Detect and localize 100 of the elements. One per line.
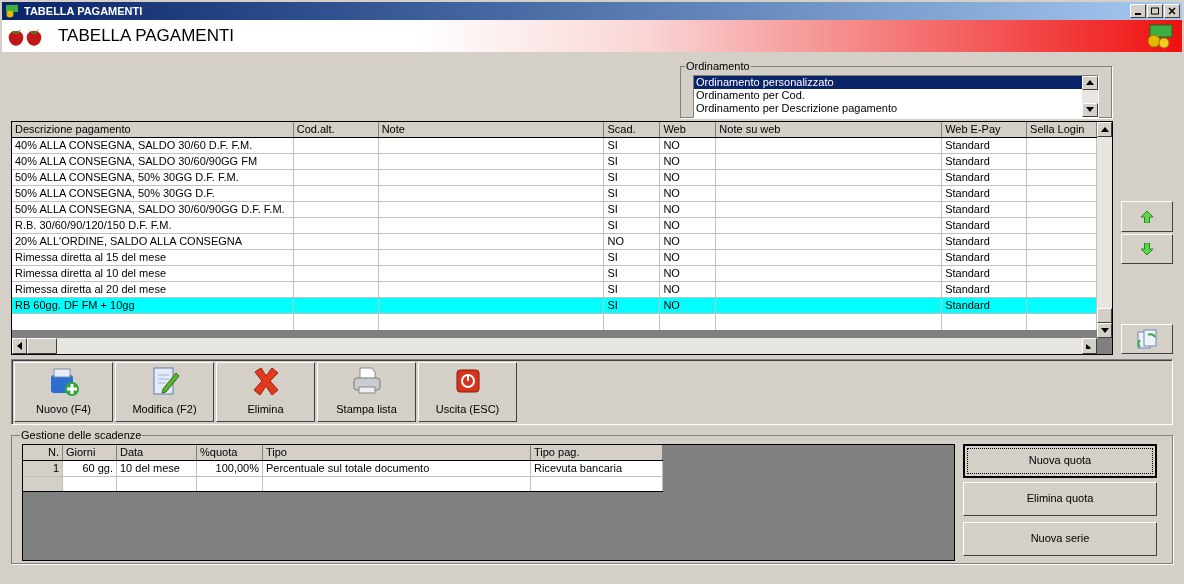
close-button[interactable] xyxy=(1164,4,1180,18)
table-cell: NO xyxy=(660,218,717,233)
table-cell: NO xyxy=(660,138,717,153)
move-up-button[interactable] xyxy=(1121,201,1173,232)
arrow-down-icon xyxy=(1141,243,1153,255)
column-header[interactable]: Tipo xyxy=(263,444,531,460)
action-button[interactable]: Nuova quota xyxy=(963,443,1157,478)
vertical-scrollbar[interactable] xyxy=(1097,122,1112,338)
table-cell: NO xyxy=(660,282,717,297)
column-header[interactable]: Web xyxy=(660,122,717,137)
column-header[interactable]: Tipo pag. xyxy=(531,444,663,460)
table-cell: SI xyxy=(604,266,661,281)
table-cell: 10 del mese xyxy=(117,460,197,476)
table-row[interactable]: 50% ALLA CONSEGNA, 50% 30GG D.F. F.M. SI NO Standard xyxy=(12,170,1097,186)
column-header[interactable]: Descrizione pagamento xyxy=(12,122,294,137)
column-header[interactable]: Scad. xyxy=(604,122,661,137)
table-cell: NO xyxy=(660,298,717,313)
toolbar-button[interactable]: Elimina xyxy=(216,362,315,422)
table-cell: SI xyxy=(604,138,661,153)
toolbar-button[interactable]: Stampa lista xyxy=(317,362,416,422)
table-cell: NO xyxy=(660,266,717,281)
column-header[interactable]: Sella Login xyxy=(1027,122,1097,137)
scroll-down-icon xyxy=(1100,328,1109,333)
table-cell: 50% ALLA CONSEGNA, SALDO 30/60/90GG D.F. F.M. xyxy=(12,202,294,217)
toolbar-button[interactable]: Uscita (ESC) xyxy=(418,362,517,422)
minimize-button[interactable] xyxy=(1130,4,1146,18)
table-cell: Standard xyxy=(942,298,1028,313)
table-cell: Standard xyxy=(942,170,1028,185)
table-row[interactable]: Rimessa diretta al 20 del mese SI NO Standard xyxy=(12,282,1097,298)
table-cell: SI xyxy=(604,250,661,265)
table-cell: SI xyxy=(604,154,661,169)
header-title: TABELLA PAGAMENTI xyxy=(58,25,235,48)
maximize-button[interactable] xyxy=(1147,4,1163,18)
table-cell: NO xyxy=(660,250,717,265)
column-header[interactable]: Note xyxy=(378,122,605,137)
table-cell: Standard xyxy=(942,250,1028,265)
table-cell: R.B. 30/60/90/120/150 D.F. F.M. xyxy=(12,218,294,233)
toolbar-button[interactable]: Modifica (F2) xyxy=(115,362,214,422)
column-header[interactable]: Web E-Pay xyxy=(942,122,1028,137)
table-cell: 50% ALLA CONSEGNA, 50% 30GG D.F. F.M. xyxy=(12,170,294,185)
table-cell: Standard xyxy=(942,266,1028,281)
action-button[interactable]: Nuova serie xyxy=(963,521,1157,556)
scroll-left-icon xyxy=(17,342,22,350)
table-cell: Rimessa diretta al 20 del mese xyxy=(12,282,294,297)
column-header[interactable]: Cod.alt. xyxy=(293,122,379,137)
scroll-thumb[interactable] xyxy=(1097,308,1112,323)
table-row[interactable]: 40% ALLA CONSEGNA, SALDO 30/60/90GG FM SI NO Standard xyxy=(12,154,1097,170)
printer-icon xyxy=(350,364,383,397)
toolbar-button[interactable]: Nuovo (F4) xyxy=(14,362,113,422)
table-cell: Standard xyxy=(942,218,1028,233)
scroll-up-icon xyxy=(1100,127,1109,132)
move-down-button[interactable] xyxy=(1121,234,1173,264)
scrollbar[interactable] xyxy=(1082,75,1098,117)
sort-option[interactable]: Ordinamento personalizzato xyxy=(694,75,1082,89)
column-header[interactable]: Data xyxy=(117,444,197,460)
table-row[interactable]: 40% ALLA CONSEGNA, SALDO 30/60 D.F. F.M. SI NO Standard xyxy=(12,138,1097,154)
scroll-down-icon xyxy=(1086,107,1094,112)
table-cell: Standard xyxy=(942,234,1028,249)
table-row[interactable]: 50% ALLA CONSEGNA, SALDO 30/60/90GG D.F. F.M. SI NO Standard xyxy=(12,202,1097,218)
empty-row[interactable] xyxy=(23,476,663,492)
table-cell: NO xyxy=(660,202,717,217)
horizontal-scrollbar[interactable] xyxy=(12,338,1097,354)
table-cell: NO xyxy=(660,186,717,201)
table-cell: NO xyxy=(604,234,661,249)
table-cell: Percentuale sul totale documento xyxy=(263,460,531,476)
action-button[interactable]: Elimina quota xyxy=(963,481,1157,516)
table-row[interactable]: 20% ALL'ORDINE, SALDO ALLA CONSEGNA NO NO Standard xyxy=(12,234,1097,250)
table-cell: SI xyxy=(604,186,661,201)
close-icon xyxy=(1168,7,1176,15)
sort-list[interactable]: Ordinamento personalizzato Ordinamento per Cod. Ordinamento per Descrizione pagamento xyxy=(693,74,1099,118)
column-header[interactable]: Note su web xyxy=(716,122,943,137)
group-label: Gestione delle scadenze xyxy=(20,428,143,443)
column-header[interactable]: Giorni xyxy=(63,444,117,460)
table-cell: 20% ALL'ORDINE, SALDO ALLA CONSEGNA xyxy=(12,234,294,249)
scroll-thumb[interactable] xyxy=(27,338,57,354)
table-cell: Standard xyxy=(942,154,1028,169)
table-cell: NO xyxy=(660,154,717,169)
table-row[interactable]: Rimessa diretta al 10 del mese SI NO Standard xyxy=(12,266,1097,282)
table-cell: SI xyxy=(604,218,661,233)
table-cell: 40% ALLA CONSEGNA, SALDO 30/60/90GG FM xyxy=(12,154,294,169)
table-cell: 50% ALLA CONSEGNA, 50% 30GG D.F. xyxy=(12,186,294,201)
maximize-icon xyxy=(1151,7,1159,15)
money-icon xyxy=(1144,23,1176,49)
table-row[interactable]: Rimessa diretta al 15 del mese SI NO Standard xyxy=(12,250,1097,266)
column-header[interactable]: N. xyxy=(23,444,63,460)
table-cell: NO xyxy=(660,234,717,249)
column-header[interactable]: %quota xyxy=(197,444,263,460)
table-row[interactable]: RB 60gg. DF FM + 10gg SI NO Standard xyxy=(12,298,1097,314)
money-icon xyxy=(4,4,20,18)
group-label: Ordinamento xyxy=(685,59,751,74)
table-cell: NO xyxy=(660,170,717,185)
copy-button[interactable] xyxy=(1121,324,1173,354)
table-cell: Standard xyxy=(942,202,1028,217)
table-cell: Standard xyxy=(942,186,1028,201)
sort-option[interactable]: Ordinamento per Descrizione pagamento xyxy=(694,101,1082,115)
table-row[interactable]: 50% ALLA CONSEGNA, 50% 30GG D.F. SI NO Standard xyxy=(12,186,1097,202)
table-row[interactable]: R.B. 30/60/90/120/150 D.F. F.M. SI NO Standard xyxy=(12,218,1097,234)
table-cell: 100,00% xyxy=(197,460,263,476)
sort-option[interactable]: Ordinamento per Cod. xyxy=(694,88,1082,102)
table-cell: RB 60gg. DF FM + 10gg xyxy=(12,298,294,313)
